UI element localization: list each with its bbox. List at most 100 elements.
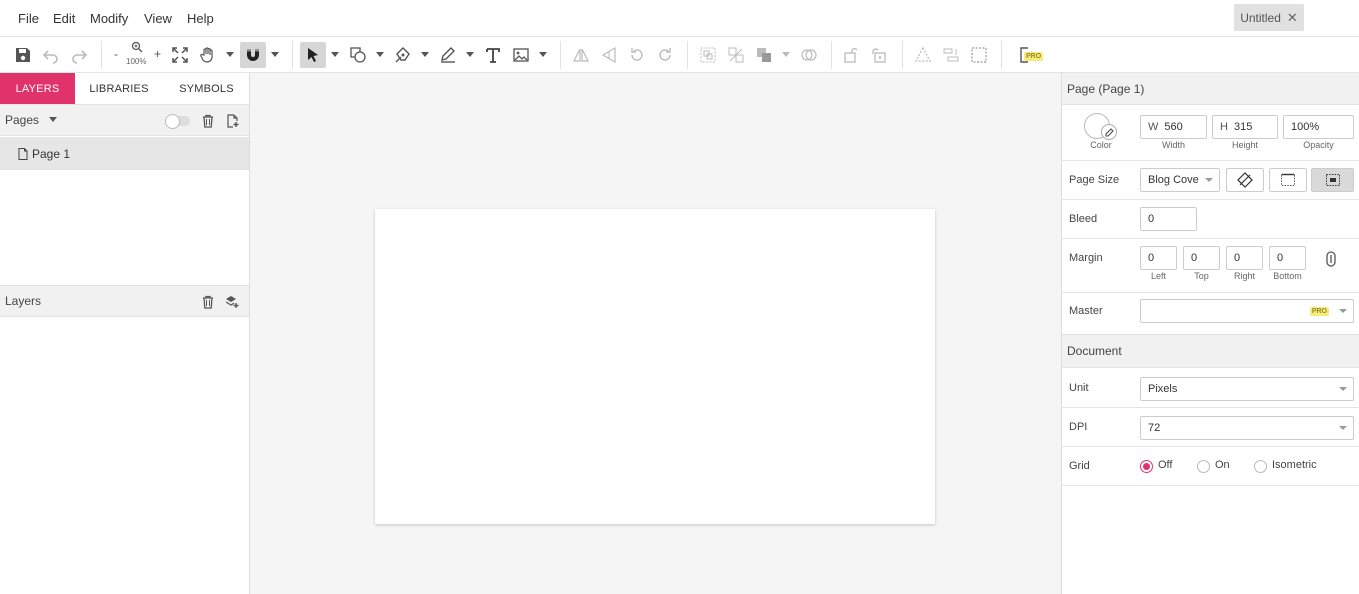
- undo-icon[interactable]: [39, 43, 63, 67]
- margin-top-field[interactable]: 0: [1183, 246, 1220, 270]
- height-prefix: H: [1220, 121, 1228, 133]
- select-tool-icon[interactable]: [300, 42, 326, 68]
- redo-icon[interactable]: [67, 43, 91, 67]
- hand-tool-dropdown-icon[interactable]: [225, 43, 235, 67]
- tab-libraries[interactable]: LIBRARIES: [75, 73, 163, 104]
- canvas-area[interactable]: [250, 73, 1061, 594]
- fit-screen-icon[interactable]: [168, 43, 192, 67]
- menu-file[interactable]: File: [18, 11, 39, 26]
- toolbar-separator: [831, 41, 832, 69]
- unit-value: Pixels: [1148, 383, 1178, 395]
- grid-isometric-radio[interactable]: [1254, 460, 1267, 473]
- artboard[interactable]: [375, 209, 935, 524]
- close-icon[interactable]: ✕: [1287, 10, 1298, 26]
- add-page-icon[interactable]: [225, 113, 241, 129]
- grid-off-radio[interactable]: [1140, 460, 1153, 473]
- flip-horizontal-icon[interactable]: [569, 43, 593, 67]
- arrange-icon[interactable]: [752, 43, 776, 67]
- margin-left-caption: Left: [1150, 271, 1166, 281]
- menu-edit[interactable]: Edit: [53, 11, 75, 26]
- page-list-item-label: Page 1: [32, 146, 71, 161]
- pencil-dropdown-icon[interactable]: [465, 43, 475, 67]
- zoom-icon[interactable]: [131, 41, 143, 53]
- hand-tool-icon[interactable]: [196, 43, 220, 67]
- ungroup-icon[interactable]: [724, 43, 748, 67]
- dpi-select[interactable]: 72: [1140, 416, 1354, 440]
- zoom-level: 100%: [126, 57, 147, 66]
- link-margins-icon[interactable]: [1324, 251, 1338, 267]
- grid-on-label[interactable]: On: [1215, 459, 1230, 471]
- properties-panel: Page (Page 1) Color W 560 Width H 315 He…: [1061, 73, 1359, 594]
- unlock-icon[interactable]: [867, 43, 891, 67]
- height-field[interactable]: H 315: [1212, 115, 1278, 139]
- toolbar-separator: [560, 41, 561, 69]
- image-tool-icon[interactable]: [509, 43, 533, 67]
- orientation-button[interactable]: [1226, 168, 1264, 192]
- pages-visibility-toggle[interactable]: [165, 114, 190, 129]
- boolean-icon[interactable]: [797, 43, 821, 67]
- snap-magnet-icon[interactable]: [240, 42, 266, 68]
- shape-dropdown-icon[interactable]: [375, 43, 385, 67]
- rotate-left-icon[interactable]: [625, 43, 649, 67]
- bleed-field[interactable]: 0: [1140, 207, 1197, 231]
- pen-tool-icon[interactable]: [391, 43, 415, 67]
- menu-view[interactable]: View: [144, 11, 172, 26]
- select-dropdown-icon[interactable]: [330, 43, 340, 67]
- left-panel-tabs: LAYERS LIBRARIES SYMBOLS: [0, 73, 250, 104]
- mask-icon[interactable]: [967, 43, 991, 67]
- page-size-select[interactable]: Blog Cove: [1140, 168, 1220, 192]
- zoom-control: - 100% +: [110, 40, 162, 70]
- toolbar: - 100% + PRO: [0, 37, 1359, 73]
- snap-dropdown-icon[interactable]: [270, 43, 280, 67]
- tab-layers[interactable]: LAYERS: [0, 73, 75, 104]
- menu-help[interactable]: Help: [187, 11, 214, 26]
- zoom-in-button[interactable]: +: [154, 47, 161, 61]
- width-field[interactable]: W 560: [1140, 115, 1207, 139]
- margin-bottom-field[interactable]: 0: [1269, 246, 1306, 270]
- unit-select[interactable]: Pixels: [1140, 377, 1354, 401]
- save-icon[interactable]: [11, 43, 35, 67]
- color-caption: Color: [1090, 140, 1112, 150]
- width-caption: Width: [1161, 140, 1185, 150]
- row-divider: [1062, 485, 1359, 486]
- trash-icon[interactable]: [200, 294, 216, 310]
- grid-on-radio[interactable]: [1197, 460, 1210, 473]
- page-list-item[interactable]: Page 1: [0, 137, 249, 170]
- document-tab[interactable]: Untitled ✕: [1234, 4, 1304, 31]
- pen-dropdown-icon[interactable]: [420, 43, 430, 67]
- triangle-icon[interactable]: [911, 43, 935, 67]
- margin-top-caption: Top: [1194, 271, 1209, 281]
- margin-left-field[interactable]: 0: [1140, 246, 1177, 270]
- margin-right-field[interactable]: 0: [1226, 246, 1263, 270]
- layers-header: Layers: [0, 285, 249, 317]
- text-tool-icon[interactable]: [481, 43, 505, 67]
- page-fit-button[interactable]: [1311, 168, 1354, 192]
- trash-icon[interactable]: [200, 113, 216, 129]
- grid-isometric-label[interactable]: Isometric: [1272, 459, 1317, 471]
- lock-icon[interactable]: [839, 43, 863, 67]
- arrange-dropdown-icon[interactable]: [781, 43, 791, 67]
- chevron-down-icon: [1205, 178, 1213, 182]
- opacity-field[interactable]: 100%: [1283, 115, 1354, 139]
- image-dropdown-icon[interactable]: [538, 43, 548, 67]
- zoom-out-button[interactable]: -: [114, 47, 118, 61]
- master-select[interactable]: PRO: [1140, 299, 1354, 323]
- menu-modify[interactable]: Modify: [90, 11, 128, 26]
- page-border-button[interactable]: [1269, 168, 1307, 192]
- pencil-tool-icon[interactable]: [436, 43, 460, 67]
- row-divider: [1062, 160, 1359, 161]
- pages-dropdown-icon[interactable]: [49, 117, 58, 123]
- rotate-right-icon[interactable]: [653, 43, 677, 67]
- distribute-icon[interactable]: [939, 43, 963, 67]
- export-icon[interactable]: PRO: [1012, 43, 1044, 67]
- shape-tool-icon[interactable]: [346, 43, 370, 67]
- edit-color-icon[interactable]: [1101, 124, 1117, 140]
- tab-symbols[interactable]: SYMBOLS: [163, 73, 250, 104]
- add-layer-icon[interactable]: [224, 294, 240, 310]
- grid-off-label[interactable]: Off: [1158, 459, 1172, 471]
- flip-vertical-icon[interactable]: [597, 43, 621, 67]
- chevron-down-icon: [1339, 426, 1347, 430]
- pages-header-label[interactable]: Pages: [5, 113, 39, 127]
- master-label: Master: [1069, 305, 1103, 317]
- group-icon[interactable]: [696, 43, 720, 67]
